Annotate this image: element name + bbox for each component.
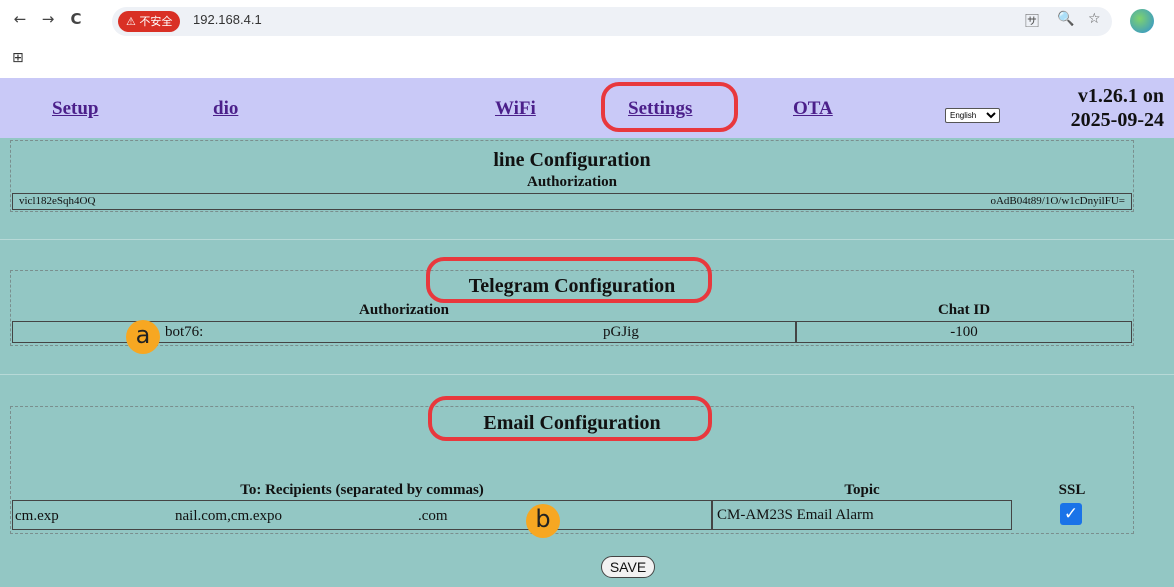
- save-button[interactable]: SAVE: [601, 556, 655, 578]
- reload-icon[interactable]: C: [66, 10, 86, 28]
- translate-icon[interactable]: 🈂: [1025, 11, 1039, 31]
- settings-highlight: [601, 82, 738, 132]
- telegram-chat-label: Chat ID: [937, 302, 991, 318]
- settings-page: Setup dio WiFi Settings OTA English v1.2…: [0, 78, 1174, 587]
- bookmarks-bar: ⊞: [0, 44, 1174, 78]
- telegram-chat-input[interactable]: -100: [796, 321, 1132, 343]
- ssl-checkbox[interactable]: ✓: [1060, 503, 1082, 525]
- line-auth-label: Authorization: [527, 174, 617, 190]
- section-divider: [0, 239, 1174, 240]
- back-icon[interactable]: ←: [10, 10, 30, 28]
- email-ssl-label: SSL: [1058, 482, 1086, 498]
- version-date: 2025-09-24: [1070, 109, 1164, 131]
- bookmark-icon[interactable]: ☆: [1088, 11, 1101, 27]
- nav-link-wifi[interactable]: WiFi: [495, 98, 536, 120]
- telegram-auth-value-start: bot76:: [165, 324, 204, 340]
- marker-b: b: [526, 504, 560, 538]
- telegram-highlight: [426, 257, 712, 303]
- telegram-auth-label: Authorization: [359, 302, 449, 318]
- marker-a: a: [126, 320, 160, 354]
- version-info: v1.26.1 on 2025-09-24: [1024, 84, 1164, 132]
- email-to-input[interactable]: cm.exp nail.com,cm.expo .com: [12, 500, 712, 530]
- email-topic-input[interactable]: CM-AM23S Email Alarm: [712, 500, 1012, 530]
- profile-avatar[interactable]: [1130, 9, 1154, 33]
- zoom-icon[interactable]: 🔍: [1057, 11, 1074, 27]
- email-to-value-2: nail.com,cm.expo: [175, 508, 283, 524]
- email-topic-value: CM-AM23S Email Alarm: [717, 507, 874, 523]
- language-select[interactable]: English: [945, 108, 1000, 123]
- browser-toolbar: ← → C ⚠ 不安全 192.168.4.1 🈂 🔍 ☆: [0, 0, 1174, 44]
- apps-grid-icon[interactable]: ⊞: [12, 50, 24, 66]
- email-to-label: To: Recipients (separated by commas): [240, 482, 484, 498]
- line-auth-input[interactable]: vicl182eSqh4OQ oAdB04t89/1O/w1cDnyilFU=: [12, 193, 1132, 210]
- nav-link-dio[interactable]: dio: [213, 98, 238, 120]
- nav-link-setup[interactable]: Setup: [52, 98, 98, 120]
- telegram-chat-value: -100: [950, 324, 978, 340]
- nav-link-ota[interactable]: OTA: [793, 98, 833, 120]
- insecure-badge[interactable]: ⚠ 不安全: [118, 11, 181, 32]
- line-auth-value-end: oAdB04t89/1O/w1cDnyilFU=: [990, 195, 1125, 207]
- top-navigation: Setup dio WiFi Settings OTA English v1.2…: [0, 78, 1174, 138]
- section-divider: [0, 374, 1174, 375]
- telegram-auth-value-end: pGJig: [603, 324, 639, 340]
- url-text[interactable]: 192.168.4.1: [193, 12, 262, 27]
- email-topic-label: Topic: [844, 482, 880, 498]
- email-highlight: [428, 396, 712, 441]
- email-to-value-1: cm.exp: [15, 508, 59, 524]
- address-bar[interactable]: [112, 7, 1112, 36]
- forward-icon[interactable]: →: [38, 10, 58, 28]
- line-auth-value-start: vicl182eSqh4OQ: [19, 195, 96, 207]
- version-number: v1.26.1 on: [1077, 85, 1164, 107]
- email-to-value-3: .com: [418, 508, 448, 524]
- line-config-title: line Configuration: [493, 149, 651, 171]
